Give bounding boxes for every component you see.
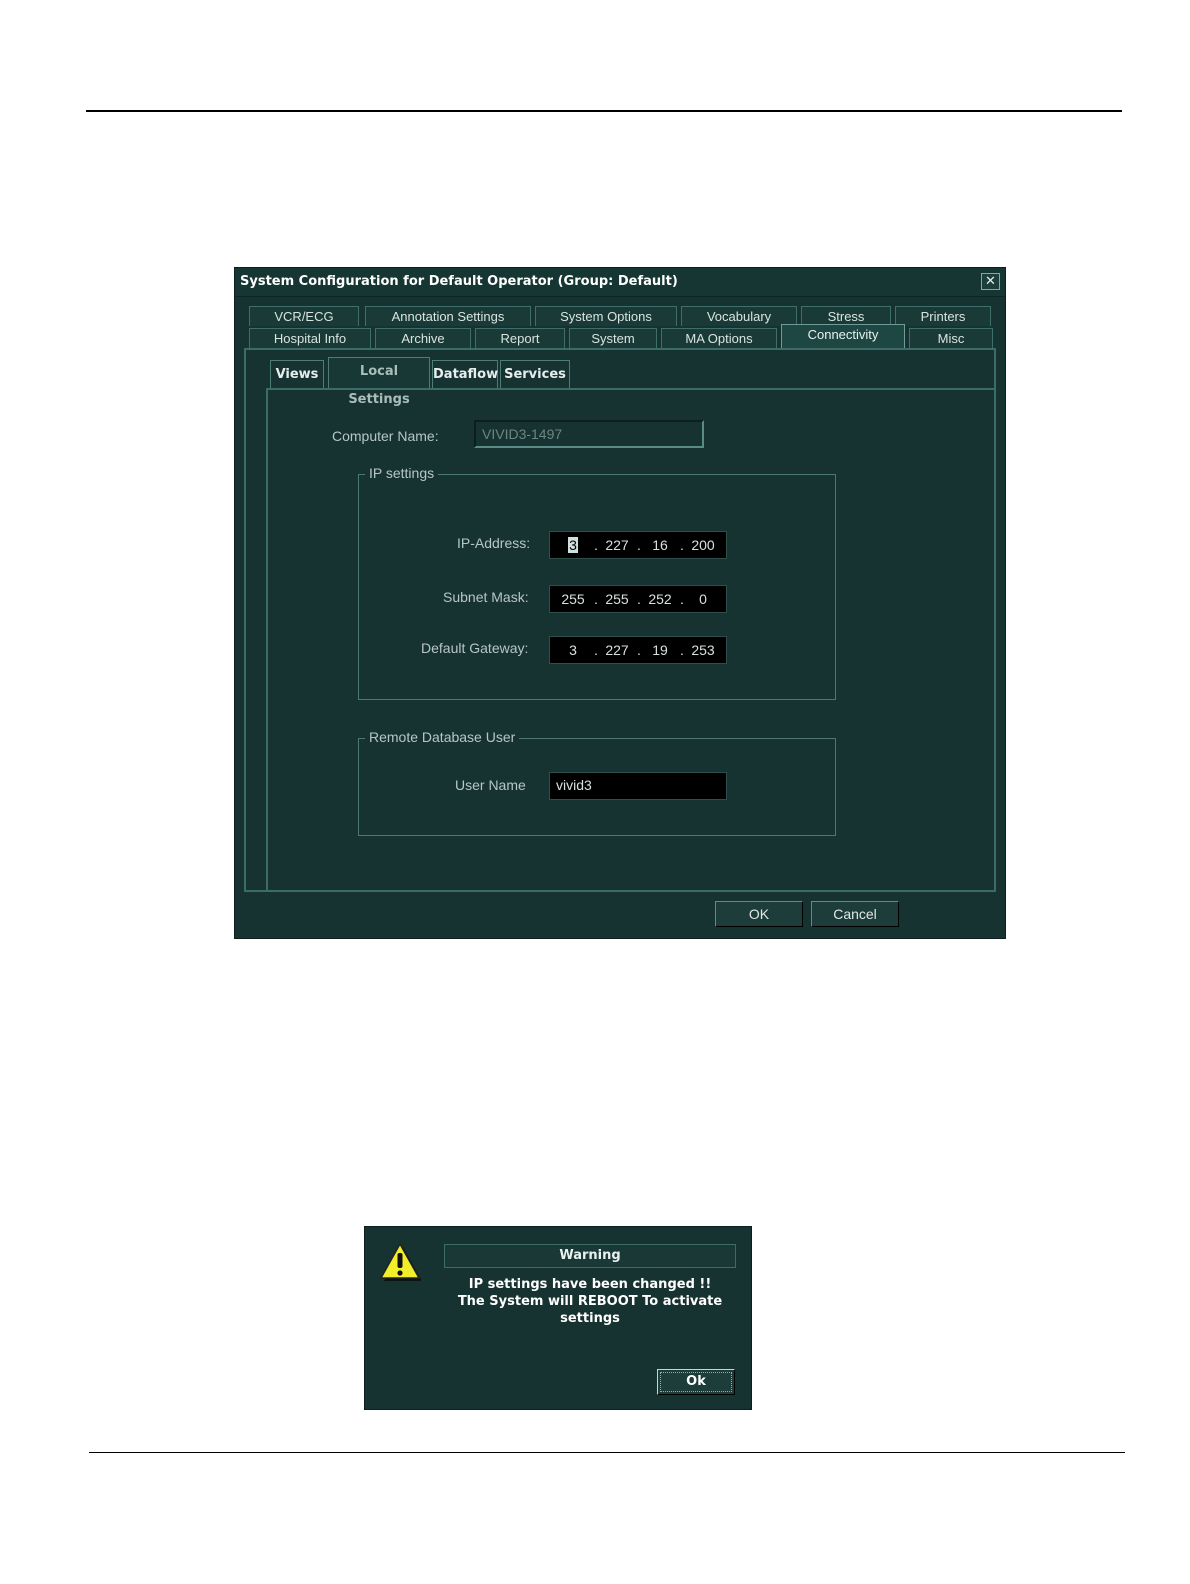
system-configuration-dialog: System Configuration for Default Operato… bbox=[234, 267, 1006, 939]
tab-vocabulary[interactable]: Vocabulary bbox=[681, 306, 797, 326]
warning-ok-button[interactable]: Ok bbox=[657, 1369, 735, 1395]
connectivity-panel: Views Local Settings Dataflow Services C… bbox=[244, 348, 996, 892]
tab-system-options[interactable]: System Options bbox=[535, 306, 677, 326]
cancel-button[interactable]: Cancel bbox=[811, 901, 899, 927]
subtab-views[interactable]: Views bbox=[270, 360, 324, 388]
close-icon: ✕ bbox=[985, 274, 996, 289]
ip-dot: . bbox=[594, 642, 598, 658]
ok-button[interactable]: OK bbox=[715, 901, 803, 927]
ip-dot: . bbox=[594, 591, 598, 607]
warning-dialog: Warning IP settings have been changed !!… bbox=[364, 1226, 752, 1410]
warning-title: Warning bbox=[444, 1244, 736, 1268]
ip-address-octet-2: 227 bbox=[605, 537, 629, 553]
ip-dot: . bbox=[594, 537, 598, 553]
ip-address-octet-4: 200 bbox=[691, 537, 715, 553]
subnet-mask-label: Subnet Mask: bbox=[443, 589, 529, 605]
ip-dot: . bbox=[680, 642, 684, 658]
gateway-octet-1: 3 bbox=[569, 642, 577, 658]
gateway-octet-4: 253 bbox=[691, 642, 715, 658]
ip-settings-title: IP settings bbox=[365, 465, 439, 481]
subtab-local-settings[interactable]: Local Settings bbox=[328, 357, 430, 407]
tab-misc[interactable]: Misc bbox=[909, 328, 993, 348]
tab-printers[interactable]: Printers bbox=[895, 306, 991, 326]
subnet-octet-1: 255 bbox=[561, 591, 585, 607]
tab-vcr-ecg[interactable]: VCR/ECG bbox=[249, 306, 359, 326]
computer-name-value: VIVID3-1497 bbox=[482, 426, 563, 442]
tab-ma-options[interactable]: MA Options bbox=[661, 328, 777, 348]
subnet-octet-3: 252 bbox=[648, 591, 672, 607]
subnet-mask-field[interactable]: 255 . 255 . 252 . 0 bbox=[549, 585, 727, 613]
ip-settings-group: IP settings IP-Address: 3 . 227 . 16 . 2… bbox=[358, 465, 836, 700]
subnet-octet-4: 0 bbox=[699, 591, 707, 607]
tab-annotation-settings[interactable]: Annotation Settings bbox=[365, 306, 531, 326]
subnet-octet-2: 255 bbox=[605, 591, 629, 607]
warning-message-line-2: The System will REBOOT To activate bbox=[457, 1294, 723, 1309]
tab-hospital-info[interactable]: Hospital Info bbox=[249, 328, 371, 348]
tab-system[interactable]: System bbox=[569, 328, 657, 348]
ip-dot: . bbox=[680, 591, 684, 607]
gateway-octet-3: 19 bbox=[652, 642, 668, 658]
tab-connectivity[interactable]: Connectivity bbox=[781, 324, 905, 348]
default-gateway-label: Default Gateway: bbox=[421, 640, 529, 656]
ip-dot: . bbox=[680, 537, 684, 553]
user-name-label: User Name bbox=[455, 777, 526, 793]
computer-name-label: Computer Name: bbox=[332, 428, 439, 444]
close-button[interactable]: ✕ bbox=[981, 273, 1000, 290]
default-gateway-field[interactable]: 3 . 227 . 19 . 253 bbox=[549, 636, 727, 664]
ip-dot: . bbox=[637, 591, 641, 607]
tab-stress[interactable]: Stress bbox=[801, 306, 891, 326]
tab-archive[interactable]: Archive bbox=[375, 328, 471, 348]
subtab-dataflow[interactable]: Dataflow bbox=[432, 360, 498, 388]
header-rule bbox=[86, 110, 1122, 112]
warning-message-line-3: settings bbox=[560, 1311, 620, 1326]
ip-address-octet-3: 16 bbox=[652, 537, 668, 553]
ip-dot: . bbox=[637, 642, 641, 658]
remote-database-user-group: Remote Database User User Name vivid3 bbox=[358, 729, 836, 836]
ip-dot: . bbox=[637, 537, 641, 553]
local-settings-panel: Computer Name: VIVID3-1497 IP settings I… bbox=[266, 388, 994, 890]
warning-triangle-icon bbox=[379, 1242, 421, 1281]
footer-rule bbox=[89, 1452, 1125, 1453]
ip-address-field[interactable]: 3 . 227 . 16 . 200 bbox=[549, 531, 727, 559]
dialog-titlebar: System Configuration for Default Operato… bbox=[235, 268, 1005, 297]
user-name-input[interactable]: vivid3 bbox=[549, 772, 727, 800]
dialog-title: System Configuration for Default Operato… bbox=[240, 274, 678, 289]
ip-address-label: IP-Address: bbox=[457, 535, 531, 551]
gateway-octet-2: 227 bbox=[605, 642, 629, 658]
tab-report[interactable]: Report bbox=[475, 328, 565, 348]
subtab-services[interactable]: Services bbox=[500, 360, 570, 388]
user-name-value: vivid3 bbox=[556, 777, 592, 793]
ip-address-octet-1: 3 bbox=[568, 537, 578, 553]
computer-name-field: VIVID3-1497 bbox=[474, 420, 704, 448]
remote-database-user-title: Remote Database User bbox=[365, 729, 520, 745]
warning-message-line-1: IP settings have been changed !! bbox=[468, 1277, 712, 1292]
